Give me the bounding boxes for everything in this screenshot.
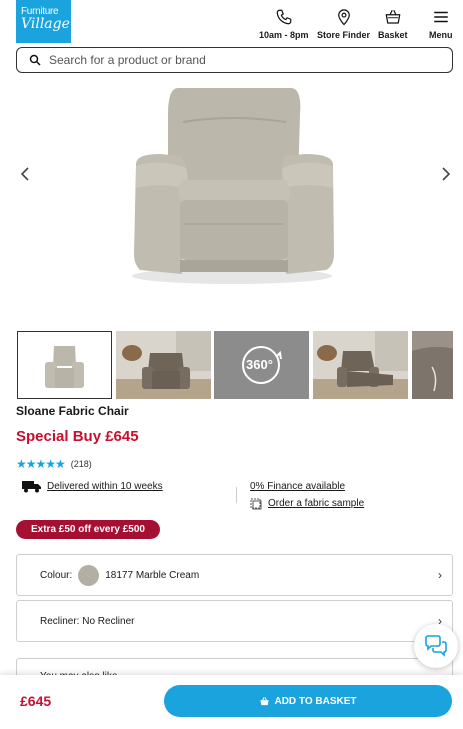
fabric-sample-link[interactable]: Order a fabric sample [268, 498, 364, 509]
detail-thumbnail-image [412, 331, 453, 399]
chat-bubbles-icon [425, 635, 447, 657]
add-to-basket-label: ADD TO BASKET [274, 695, 357, 707]
recliner-label: Recliner: No Recliner [40, 615, 135, 627]
add-to-basket-button[interactable]: ADD TO BASKET [164, 685, 452, 717]
colour-selector[interactable]: Colour: 18177 Marble Cream › [16, 554, 453, 596]
search-bar [16, 47, 453, 73]
opening-hours-label: 10am - 8pm [259, 30, 309, 40]
chevron-right-icon: › [438, 568, 442, 582]
product-main-image[interactable] [0, 84, 463, 324]
product-price: Special Buy £645 [16, 428, 139, 445]
furniture-village-logo[interactable]: Furniture Village [16, 0, 71, 43]
chevron-right-icon [442, 167, 451, 181]
search-input[interactable] [49, 53, 409, 67]
store-finder-link[interactable]: Store Finder [317, 8, 370, 40]
menu-button[interactable]: Menu [429, 8, 453, 40]
promo-badge: Extra £50 off every £500 [16, 520, 160, 539]
finance-link[interactable]: 0% Finance available [250, 481, 345, 492]
thumbnail-2[interactable] [116, 331, 211, 399]
gallery-prev-button[interactable] [15, 164, 35, 184]
hamburger-icon [434, 11, 448, 23]
product-name: Sloane Fabric Chair [16, 404, 129, 418]
sticky-add-to-basket-bar: £645 ADD TO BASKET [0, 675, 463, 729]
chair-thumbnail-image [18, 332, 111, 398]
room-scene-thumbnail-image [116, 331, 211, 399]
gallery-thumbnails: 360° [16, 331, 453, 399]
thumbnail-4[interactable] [313, 331, 408, 399]
basket-label: Basket [378, 30, 408, 40]
colour-value: 18177 Marble Cream [105, 569, 200, 581]
live-chat-button[interactable] [414, 624, 458, 668]
search-icon [29, 54, 41, 66]
recliner-selector[interactable]: Recliner: No Recliner › [16, 600, 453, 642]
store-finder-label: Store Finder [317, 30, 371, 40]
delivery-link[interactable]: Delivered within 10 weeks [47, 481, 163, 492]
map-pin-icon [337, 9, 350, 26]
review-count: (218) [70, 459, 92, 469]
basket-link[interactable]: Basket [378, 8, 408, 40]
opening-hours-link[interactable]: 10am - 8pm [259, 8, 309, 40]
basket-icon [385, 9, 401, 24]
sticky-price: £645 [20, 693, 52, 709]
colour-swatch [78, 564, 100, 586]
recliner-chair-image [132, 88, 334, 284]
phone-icon [276, 9, 292, 25]
basket-icon [260, 696, 270, 705]
thumbnail-360-label: 360° [246, 357, 273, 372]
thumbnail-5[interactable] [412, 331, 453, 399]
info-divider [236, 487, 237, 503]
thumbnail-360[interactable]: 360° [214, 331, 309, 399]
fabric-sample-icon [250, 498, 262, 510]
site-header: Furniture Village 10am - 8pm Store Finde… [0, 0, 463, 44]
rating-stars: ★★★★★ [16, 457, 66, 471]
product-rating[interactable]: ★★★★★ (218) [16, 457, 92, 471]
menu-label: Menu [429, 30, 453, 40]
gallery-next-button[interactable] [436, 164, 456, 184]
delivery-truck-icon [22, 481, 41, 493]
thumbnail-1[interactable] [17, 331, 112, 399]
logo-line2: Village [21, 16, 70, 32]
room-scene-reclined-thumbnail-image [313, 331, 408, 399]
chevron-left-icon [20, 167, 29, 181]
colour-label: Colour: [40, 569, 73, 581]
